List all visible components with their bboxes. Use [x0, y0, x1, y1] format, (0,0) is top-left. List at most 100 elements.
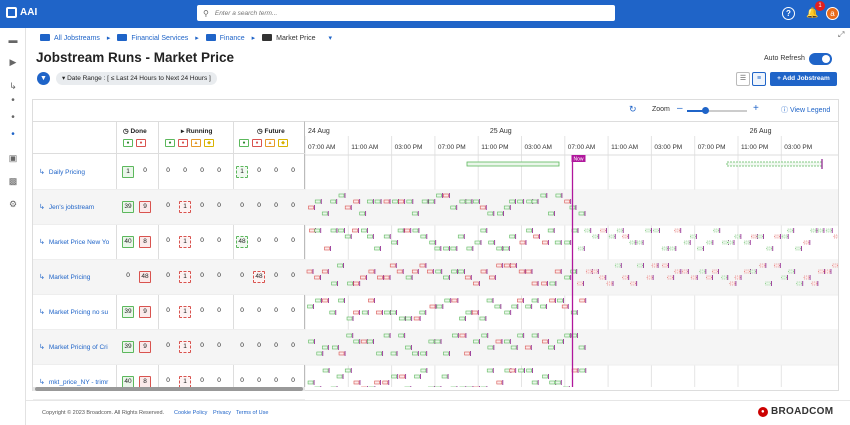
future-header: ◷ Future: [257, 128, 285, 135]
date-range-chip[interactable]: ▾ Date Range : [ ≤ Last 24 Hours to Next…: [56, 72, 217, 85]
run-mark: [651, 263, 658, 268]
run-mark: [489, 275, 495, 280]
run-mark: [759, 263, 766, 268]
jobstream-name-link[interactable]: ↳ Market Pricing: [39, 273, 117, 281]
filter-icon[interactable]: ▼: [37, 72, 50, 85]
breadcrumb-item[interactable]: Financial Services: [117, 34, 188, 42]
run-mark: [690, 234, 696, 239]
terms-of-use-link[interactable]: Terms of Use: [236, 410, 268, 416]
jobstream-runs-panel: ↻ Zoom – + ⓘ View Legend ◷ Done ● ● ▸ Run…: [32, 99, 839, 400]
auto-refresh-toggle[interactable]: [809, 53, 832, 65]
timeline-view-button[interactable]: ≡: [752, 72, 766, 86]
run-mark: [531, 333, 538, 338]
app-logo[interactable]: AAI: [6, 7, 37, 18]
nav-dot-active-icon[interactable]: •: [7, 130, 19, 140]
count-run-err[interactable]: 1: [179, 236, 191, 248]
run-mark: [517, 199, 523, 204]
zoom-out-button[interactable]: –: [677, 103, 683, 114]
run-mark: [331, 281, 337, 286]
count-run-err[interactable]: 1: [179, 201, 191, 213]
count-done-err[interactable]: 9: [139, 201, 151, 213]
run-mark: [322, 368, 329, 373]
run-mark: [338, 228, 344, 233]
briefcase-icon[interactable]: ▣: [7, 153, 19, 163]
view-legend-link[interactable]: ⓘ View Legend: [781, 105, 830, 115]
count-run-err[interactable]: 1: [179, 306, 191, 318]
warning-status-icon: ▲: [265, 139, 275, 147]
run-mark: [774, 234, 780, 239]
count-fut-ok[interactable]: 48: [236, 236, 248, 248]
reports-icon[interactable]: ▩: [7, 176, 19, 186]
horizontal-scrollbar[interactable]: [33, 387, 305, 391]
search-input[interactable]: [214, 9, 595, 17]
run-mark: [411, 351, 418, 356]
help-icon[interactable]: ?: [782, 7, 795, 20]
avatar[interactable]: a: [826, 7, 839, 20]
privacy-link[interactable]: Privacy: [213, 410, 231, 416]
scrollbar-thumb[interactable]: [35, 387, 303, 391]
jobstream-name-link[interactable]: ↳ Market Pricing of Cri: [39, 343, 117, 351]
run-mark: [564, 199, 570, 204]
count-done-ok[interactable]: 39: [122, 306, 134, 318]
list-view-button[interactable]: ☰: [736, 72, 750, 86]
count-run-ok: 0: [166, 307, 170, 314]
run-mark: [411, 269, 418, 274]
jobstream-icon: ↳: [39, 344, 45, 351]
jobstream-name-link[interactable]: ↳ Market Pricing no su: [39, 308, 117, 316]
zoom-slider-handle[interactable]: [702, 107, 709, 114]
count-done-err[interactable]: 9: [139, 306, 151, 318]
jobstream-name-link[interactable]: ↳ Jen's jobstream: [39, 203, 117, 211]
expand-icon[interactable]: ⤢: [838, 30, 844, 40]
hold-status-icon: ◆: [278, 139, 288, 147]
chevron-down-icon[interactable]: ▾: [328, 34, 332, 42]
run-mark: [473, 281, 479, 286]
run-mark: [405, 316, 411, 321]
refresh-icon[interactable]: ↻: [629, 104, 637, 115]
run-mark: [706, 240, 713, 245]
count-done-ok[interactable]: 40: [122, 236, 134, 248]
breadcrumb-item[interactable]: All Jobstreams: [40, 34, 100, 42]
run-mark: [509, 234, 515, 239]
run-mark: [398, 316, 405, 321]
jobstream-name-link[interactable]: ↳ Market Price New Yo: [39, 238, 117, 246]
jobstream-name-link[interactable]: ↳ Daily Pricing: [39, 168, 117, 176]
hour-label: 07:00 PM: [698, 144, 726, 151]
count-done-err[interactable]: 8: [139, 236, 151, 248]
run-icon[interactable]: ▶: [7, 57, 19, 67]
count-done-err[interactable]: 9: [139, 341, 151, 353]
run-mark: [542, 339, 548, 344]
count-fut-ok: 0: [240, 272, 244, 279]
zoom-in-button[interactable]: +: [753, 103, 759, 114]
jobstream-name-link[interactable]: ↳ mkt_price_NY - trimr: [39, 378, 117, 386]
run-mark: [411, 211, 418, 216]
add-jobstream-button[interactable]: + Add Jobstream: [770, 72, 837, 86]
count-done-ok[interactable]: 1: [122, 166, 134, 178]
count-done-ok[interactable]: 39: [122, 201, 134, 213]
count-run-ok: 0: [166, 237, 170, 244]
run-mark: [504, 368, 511, 373]
count-fut-err[interactable]: 48: [253, 271, 265, 283]
count-fut-ok[interactable]: 1: [236, 166, 248, 178]
global-search[interactable]: ⚲: [197, 5, 615, 21]
run-mark: [314, 275, 320, 280]
cookie-policy-link[interactable]: Cookie Policy: [174, 410, 207, 416]
run-mark: [825, 228, 832, 233]
zoom-slider[interactable]: [687, 107, 747, 114]
run-mark: [307, 304, 313, 309]
error-status-icon: ●: [252, 139, 262, 147]
count-done-err[interactable]: 48: [139, 271, 151, 283]
run-mark: [397, 228, 404, 233]
timeline-svg: 24 Aug 25 Aug 26 Aug 07:00 AM 11:00 AM 03:00 …: [305, 128, 838, 387]
collapse-menu-icon[interactable]: ▬: [7, 35, 19, 45]
run-mark: [833, 234, 838, 239]
count-run-err[interactable]: 1: [179, 341, 191, 353]
breadcrumb-item[interactable]: Finance: [205, 34, 245, 42]
count-done-ok[interactable]: 39: [122, 341, 134, 353]
settings-gear-icon[interactable]: ⚙: [7, 199, 19, 209]
jobstream-tree-icon[interactable]: ↳: [7, 81, 19, 91]
nav-dot-icon[interactable]: •: [7, 96, 19, 106]
date-label: 26 Aug: [750, 128, 772, 135]
hour-label: 11:00 AM: [611, 144, 638, 151]
count-run-err[interactable]: 1: [179, 271, 191, 283]
nav-dot-icon[interactable]: •: [7, 113, 19, 123]
